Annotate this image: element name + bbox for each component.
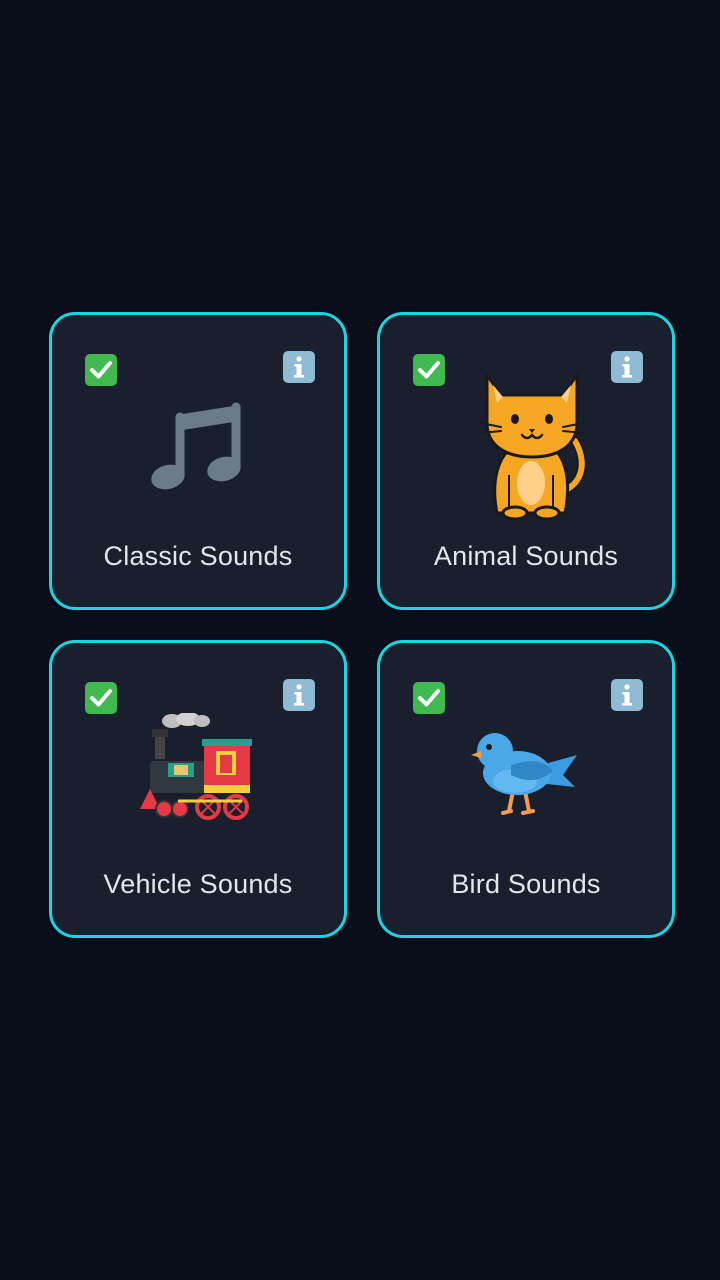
category-card-classic[interactable]: Classic Sounds [49,312,347,610]
checkmark-icon[interactable] [412,353,446,387]
cat-icon [479,373,587,521]
sound-category-grid: Classic Sounds Animal Sounds Vehicle Sou… [49,312,676,939]
checkmark-icon[interactable] [412,681,446,715]
checkmark-icon[interactable] [84,681,118,715]
info-icon[interactable] [610,678,644,712]
info-icon[interactable] [282,678,316,712]
checkmark-icon[interactable] [84,353,118,387]
info-icon[interactable] [610,350,644,384]
category-label: Vehicle Sounds [103,869,293,899]
category-card-bird[interactable]: Bird Sounds [377,640,675,938]
category-label: Bird Sounds [451,869,601,899]
category-label: Classic Sounds [103,541,293,571]
music-note-icon [151,402,241,490]
category-label: Animal Sounds [433,541,619,571]
category-card-vehicle[interactable]: Vehicle Sounds [49,640,347,938]
info-icon[interactable] [282,350,316,384]
bird-icon [471,733,577,815]
locomotive-icon [140,713,252,820]
category-card-animal[interactable]: Animal Sounds [377,312,675,610]
